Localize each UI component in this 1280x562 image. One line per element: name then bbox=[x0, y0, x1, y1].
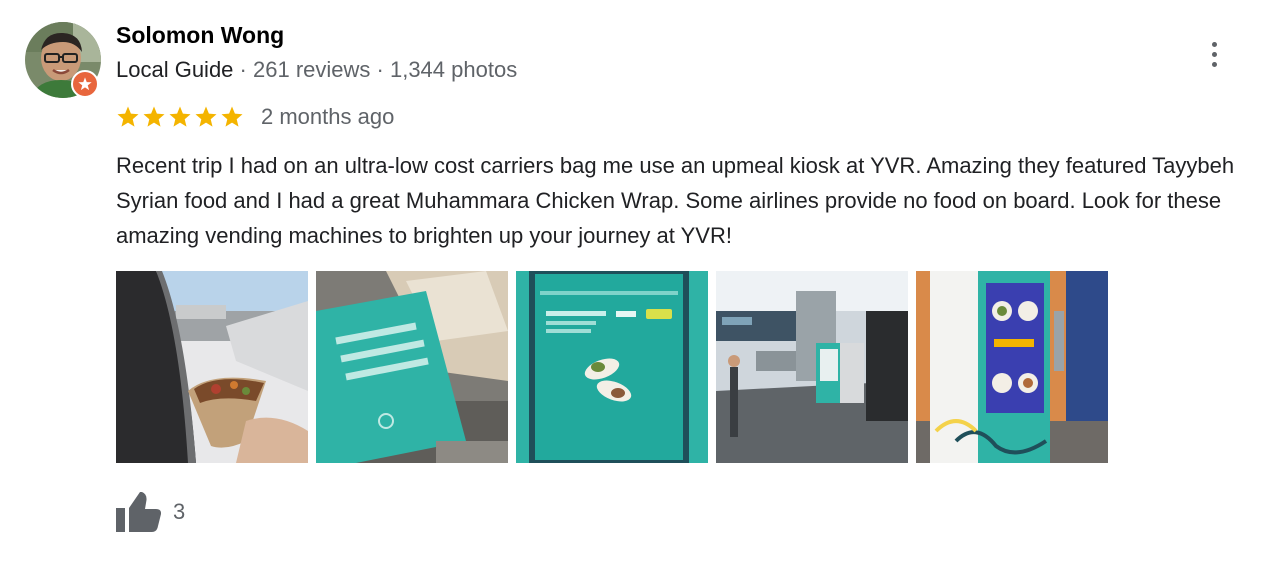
more-vert-icon bbox=[1211, 41, 1217, 47]
helpful-count: 3 bbox=[173, 499, 186, 524]
photo-strip bbox=[116, 271, 1108, 463]
review-card: Solomon Wong Local Guide · 261 reviews ·… bbox=[0, 0, 1280, 562]
review-count: 261 reviews bbox=[253, 57, 371, 82]
star-icon bbox=[221, 106, 243, 127]
review-text: Recent trip I had on an ultra-low cost c… bbox=[116, 153, 1235, 248]
photo-airport-terminal[interactable] bbox=[716, 271, 908, 463]
local-guide-label: Local Guide bbox=[116, 57, 234, 82]
star-rating bbox=[116, 105, 244, 129]
helpful-button[interactable]: 3 bbox=[116, 492, 185, 532]
rating-row: 2 months ago bbox=[116, 101, 394, 133]
meta-separator: · bbox=[376, 57, 384, 82]
photo-wrap-package[interactable] bbox=[316, 271, 508, 463]
local-guide-badge-icon bbox=[71, 70, 99, 98]
photo-vending-machine[interactable] bbox=[916, 271, 1108, 463]
photo-wrap-airplane-window[interactable] bbox=[116, 271, 308, 463]
star-icon bbox=[195, 106, 217, 127]
meta-separator: · bbox=[239, 57, 247, 82]
star-icon bbox=[117, 106, 139, 127]
thumbs-up-icon bbox=[116, 492, 161, 532]
star-icon bbox=[169, 106, 191, 127]
photo-kiosk-screen[interactable] bbox=[516, 271, 708, 463]
more-options-button[interactable] bbox=[1198, 36, 1230, 72]
reviewer-name[interactable]: Solomon Wong bbox=[116, 22, 284, 49]
photo-count: 1,344 photos bbox=[389, 57, 518, 82]
review-date: 2 months ago bbox=[261, 104, 395, 129]
reviewer-meta[interactable]: Local Guide · 261 reviews · 1,344 photos bbox=[116, 57, 517, 83]
star-icon bbox=[143, 106, 165, 127]
